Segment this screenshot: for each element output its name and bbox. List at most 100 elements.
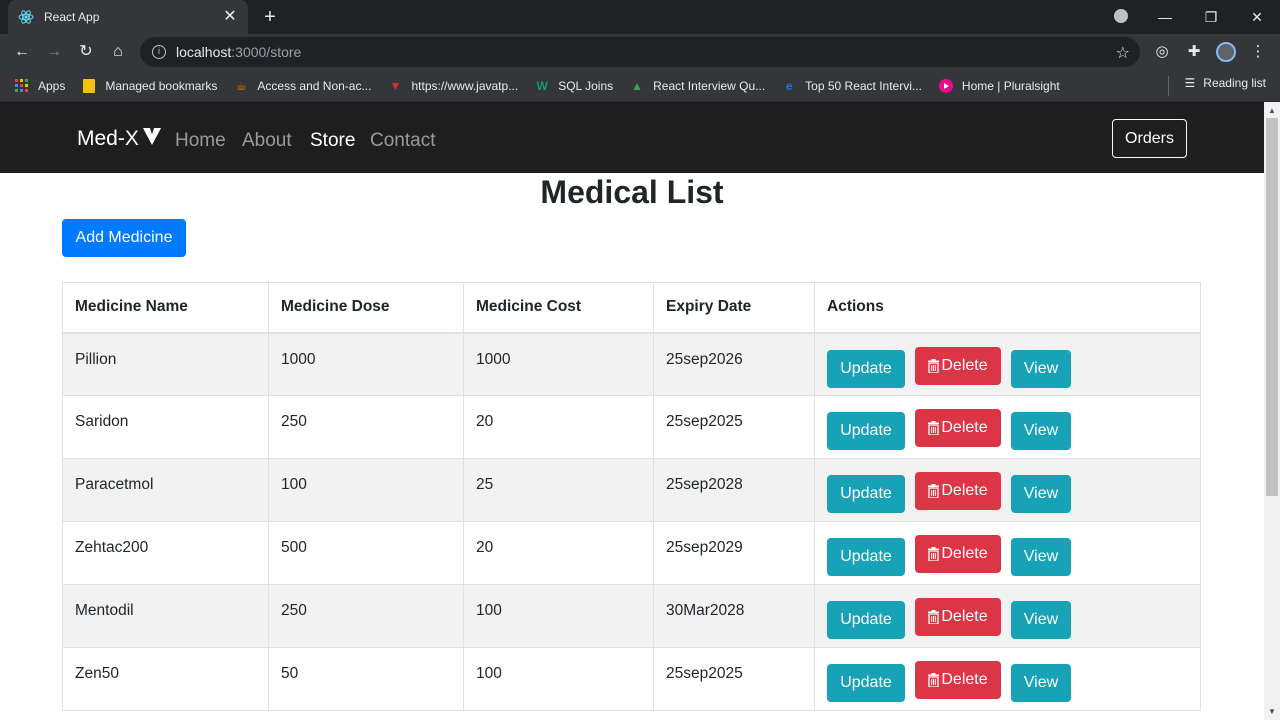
bookmark-managed[interactable]: Managed bookmarks xyxy=(81,78,217,94)
view-label: View xyxy=(1023,422,1059,439)
table-header-row: Medicine Name Medicine Dose Medicine Cos… xyxy=(62,282,1201,334)
browser-menu-icon[interactable]: ⋮ xyxy=(1248,42,1268,62)
delete-button[interactable]: Delete xyxy=(915,346,1001,385)
view-button[interactable]: View xyxy=(1011,538,1071,576)
javatpoint-icon: ▼ xyxy=(389,78,402,93)
view-label: View xyxy=(1023,611,1059,628)
forward-icon[interactable]: → xyxy=(42,40,66,64)
scrollbar-thumb[interactable] xyxy=(1266,118,1278,496)
view-button[interactable]: View xyxy=(1011,601,1071,639)
view-button[interactable]: View xyxy=(1011,475,1071,513)
bookmark-label: Managed bookmarks xyxy=(105,78,218,93)
scroll-down-icon[interactable]: ▼ xyxy=(1268,707,1276,716)
scroll-up-icon[interactable]: ▲ xyxy=(1268,106,1276,115)
update-label: Update xyxy=(840,422,892,439)
cell-medicine-name: Zehtac200 xyxy=(62,521,269,585)
cell-medicine-cost: 100 xyxy=(463,647,654,711)
delete-button[interactable]: Delete xyxy=(915,472,1001,510)
table-row: Paracetmol 100 25 25sep2028 Update Delete View xyxy=(62,458,1201,522)
view-button[interactable]: View xyxy=(1011,664,1071,702)
restore-icon[interactable]: ❐ xyxy=(1188,0,1234,34)
bookmark-javatpoint[interactable]: ▼ https://www.javatp... xyxy=(387,78,519,94)
update-label: Update xyxy=(840,611,892,628)
table-row: Pillion 1000 1000 25sep2026 Update Delete View xyxy=(62,332,1201,396)
reading-list-icon: ☰ xyxy=(1184,76,1196,90)
page-scrollbar[interactable]: ▲ ▼ xyxy=(1264,102,1280,720)
add-medicine-button[interactable]: Add Medicine xyxy=(62,219,186,257)
update-label: Update xyxy=(840,359,892,377)
browser-tab[interactable]: React App ✕ xyxy=(8,0,248,34)
nav-contact[interactable]: Contact xyxy=(370,130,435,152)
cell-actions: Update Delete View xyxy=(814,521,1201,585)
bookmark-star-icon[interactable]: ☆ xyxy=(1116,43,1130,63)
update-button[interactable]: Update xyxy=(827,412,905,450)
profile-avatar[interactable] xyxy=(1216,42,1236,62)
nav-about[interactable]: About xyxy=(242,130,292,152)
medicine-table: Medicine Name Medicine Dose Medicine Cos… xyxy=(62,282,1201,711)
extensions-puzzle-icon[interactable]: ✚ xyxy=(1184,42,1204,62)
update-label: Update xyxy=(840,548,892,565)
delete-label: Delete xyxy=(941,419,988,436)
delete-button[interactable]: Delete xyxy=(915,661,1001,699)
cell-medicine-dose: 250 xyxy=(268,584,464,648)
cell-medicine-cost: 1000 xyxy=(463,332,654,396)
page-title: Medical List xyxy=(540,174,724,210)
trash-icon xyxy=(928,484,941,498)
trash-icon xyxy=(928,358,941,373)
reload-icon[interactable]: ↻ xyxy=(74,40,98,64)
minimize-icon[interactable]: — xyxy=(1142,0,1188,34)
trash-icon xyxy=(928,547,941,561)
bookmark-label: React Interview Qu... xyxy=(653,78,766,93)
update-button[interactable]: Update xyxy=(827,538,905,576)
cell-medicine-cost: 25 xyxy=(463,458,654,522)
incognito-extension-icon[interactable]: ◎ xyxy=(1152,42,1172,62)
cell-medicine-dose: 100 xyxy=(268,458,464,522)
view-button[interactable]: View xyxy=(1011,349,1071,388)
cell-medicine-name: Zen50 xyxy=(62,647,269,711)
site-info-icon[interactable]: i xyxy=(152,45,166,59)
cell-medicine-cost: 20 xyxy=(463,395,654,459)
table-row: Mentodil 250 100 30Mar2028 Update Delete View xyxy=(62,584,1201,648)
bookmark-access[interactable]: ☕ Access and Non-ac... xyxy=(233,78,371,94)
update-button[interactable]: Update xyxy=(827,349,905,388)
delete-label: Delete xyxy=(941,356,988,374)
address-bar[interactable]: i localhost:3000/store ☆ xyxy=(140,37,1140,67)
reading-list-button[interactable]: ☰ Reading list xyxy=(1185,76,1266,90)
delete-button[interactable]: Delete xyxy=(915,598,1001,636)
bookmark-apps[interactable]: Apps xyxy=(14,78,65,94)
update-button[interactable]: Update xyxy=(827,601,905,639)
mountain-icon: ▲ xyxy=(631,78,644,93)
url-host: localhost xyxy=(176,44,232,60)
bookmark-react-interview[interactable]: ▲ React Interview Qu... xyxy=(629,78,765,94)
orders-button[interactable]: Orders xyxy=(1112,119,1187,158)
brand-name: Med-X xyxy=(77,127,139,150)
app-navbar: Med-X Home About Store Contact Orders xyxy=(0,102,1264,173)
brand[interactable]: Med-X xyxy=(77,126,163,152)
new-tab-button[interactable]: + xyxy=(258,6,282,28)
bookmark-top50[interactable]: e Top 50 React Intervi... xyxy=(781,78,922,94)
cell-actions: Update Delete View xyxy=(814,584,1201,648)
tab-search-icon[interactable] xyxy=(1114,9,1128,23)
update-button[interactable]: Update xyxy=(827,475,905,513)
view-button[interactable]: View xyxy=(1011,412,1071,450)
bookmark-pluralsight[interactable]: Home | Pluralsight xyxy=(938,78,1060,94)
bookmark-sql-joins[interactable]: W SQL Joins xyxy=(534,78,614,94)
cell-expiry-date: 25sep2028 xyxy=(653,458,815,522)
delete-button[interactable]: Delete xyxy=(915,409,1001,447)
delete-button[interactable]: Delete xyxy=(915,535,1001,573)
cell-expiry-date: 25sep2025 xyxy=(653,647,815,711)
cell-medicine-name: Mentodil xyxy=(62,584,269,648)
bookmark-site-icon: ☕ xyxy=(236,78,247,93)
close-tab-icon[interactable]: ✕ xyxy=(222,9,238,25)
update-button[interactable]: Update xyxy=(827,664,905,702)
update-label: Update xyxy=(840,485,892,502)
nav-home[interactable]: Home xyxy=(175,130,226,152)
delete-label: Delete xyxy=(941,482,988,499)
back-icon[interactable]: ← xyxy=(10,40,34,64)
nav-store[interactable]: Store xyxy=(310,130,355,152)
cell-actions: Update Delete View xyxy=(814,332,1201,396)
close-window-icon[interactable]: ✕ xyxy=(1234,0,1280,34)
delete-label: Delete xyxy=(941,608,988,625)
url-path: :3000/store xyxy=(231,44,302,60)
home-icon[interactable]: ⌂ xyxy=(106,40,130,64)
